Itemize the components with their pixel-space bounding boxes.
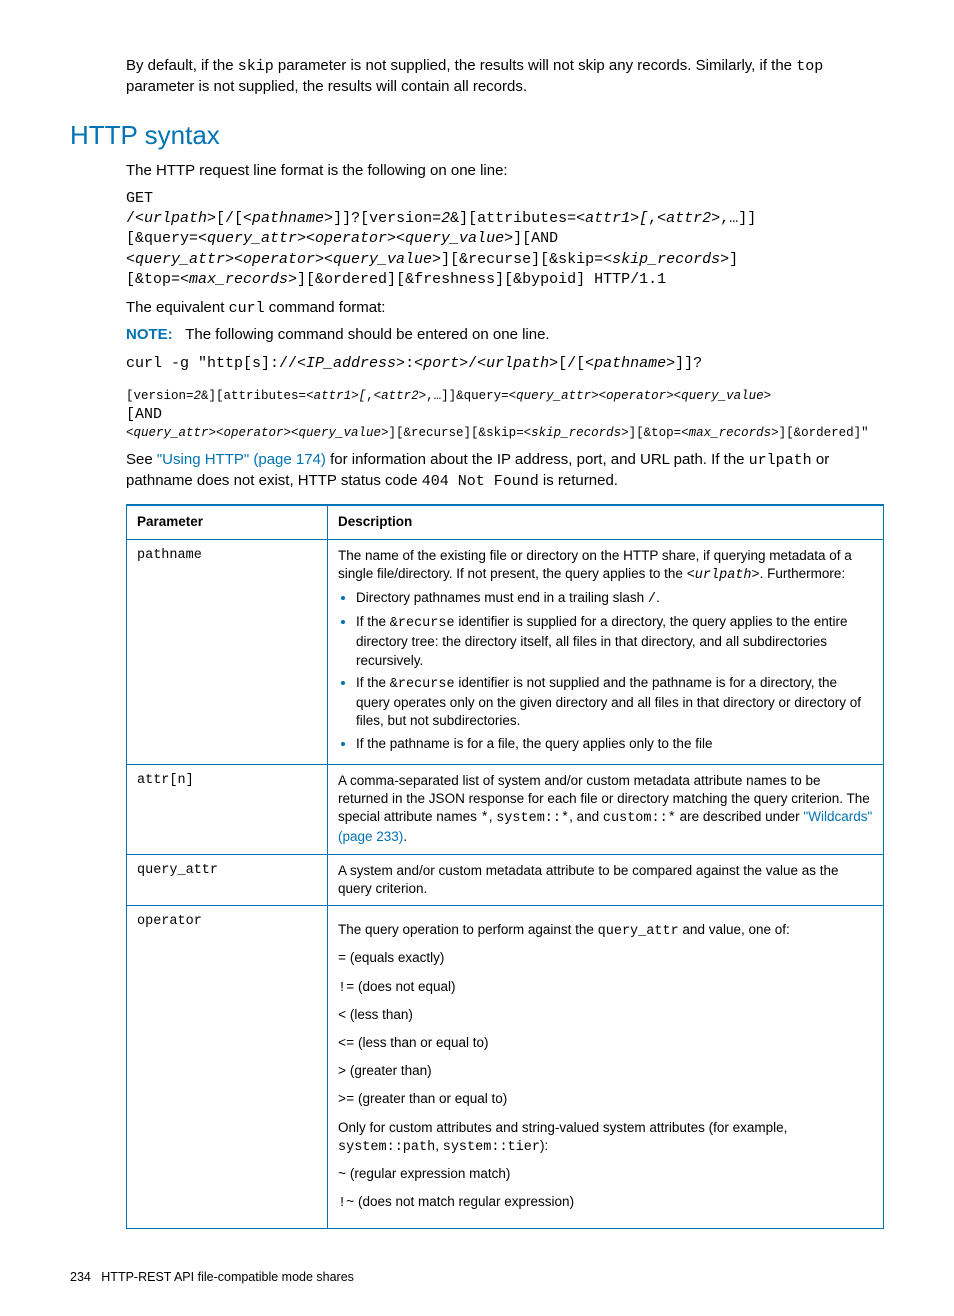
- http-intro: The HTTP request line format is the foll…: [126, 161, 884, 181]
- row-attr: attr[n] A comma-separated list of system…: [127, 764, 884, 854]
- row-query-attr: query_attr A system and/or custom metada…: [127, 854, 884, 905]
- row-pathname: pathname The name of the existing file o…: [127, 539, 884, 764]
- curl-block-2: [version=2&][attributes=<attr1>[,<attr2>…: [126, 388, 884, 442]
- page-footer: 234 HTTP-REST API file-compatible mode s…: [70, 1269, 884, 1286]
- col-parameter: Parameter: [127, 505, 328, 539]
- curl-block-1: curl -g "http[s]://<IP_address>:<port>/<…: [126, 354, 884, 374]
- note-label: NOTE:: [126, 326, 173, 343]
- see-paragraph: See "Using HTTP" (page 174) for informat…: [126, 450, 884, 493]
- row-operator: operator The query operation to perform …: [127, 906, 884, 1229]
- using-http-link[interactable]: "Using HTTP" (page 174): [157, 451, 326, 468]
- intro-paragraph: By default, if the skip parameter is not…: [126, 56, 884, 98]
- parameters-table: Parameter Description pathname The name …: [126, 504, 884, 1229]
- http-request-block: GET /<urlpath>[/[<pathname>]]?[version=2…: [126, 189, 884, 290]
- section-heading: HTTP syntax: [70, 118, 884, 153]
- equiv-line: The equivalent curl command format:: [126, 298, 884, 319]
- col-description: Description: [328, 505, 884, 539]
- note-line: NOTE: The following command should be en…: [126, 325, 884, 345]
